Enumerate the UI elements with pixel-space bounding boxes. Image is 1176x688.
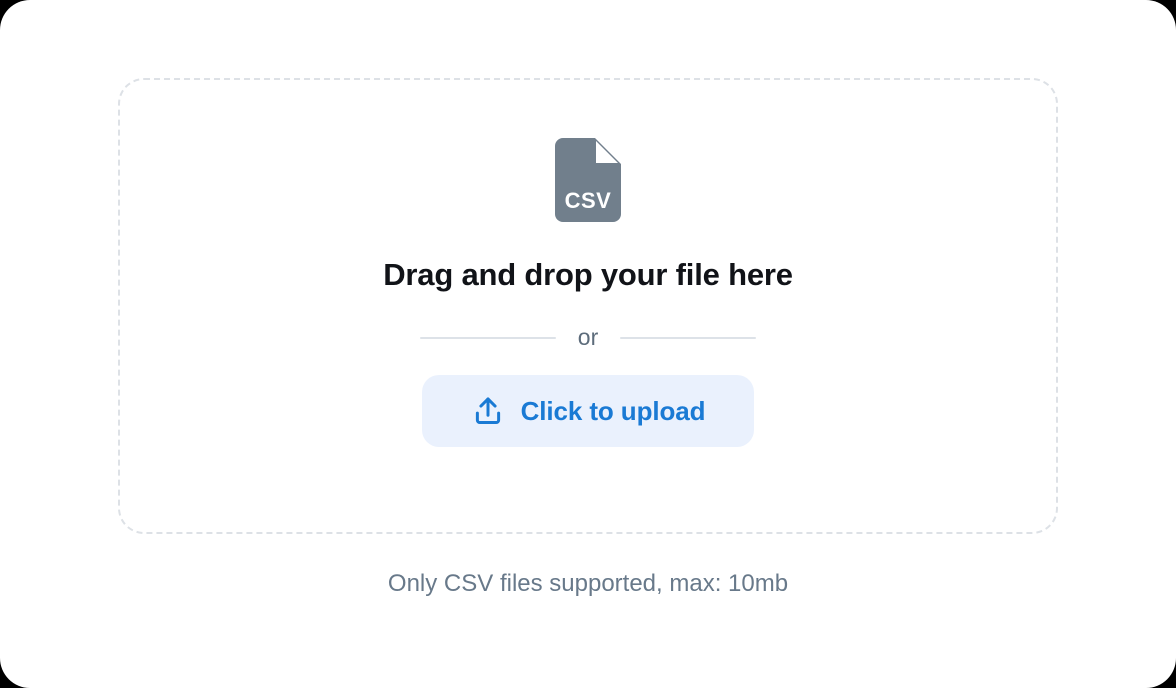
file-restrictions-hint: Only CSV files supported, max: 10mb [387,570,789,597]
divider-line-left [420,336,556,339]
upload-icon [475,397,500,425]
divider-label: or [577,324,599,351]
svg-text:CSV: CSV [565,188,612,213]
upload-card: CSV Drag and drop your file here or Clic… [0,0,1176,688]
click-to-upload-label: Click to upload [520,395,706,426]
screen: CSV Drag and drop your file here or Clic… [0,0,1176,688]
csv-file-icon: CSV [555,138,621,222]
click-to-upload-button[interactable]: Click to upload [422,375,754,448]
or-divider: or [420,324,757,351]
csv-file-dropzone[interactable]: CSV Drag and drop your file here or Clic… [118,78,1058,534]
divider-line-right [620,336,757,339]
dropzone-headline: Drag and drop your file here [383,257,793,292]
